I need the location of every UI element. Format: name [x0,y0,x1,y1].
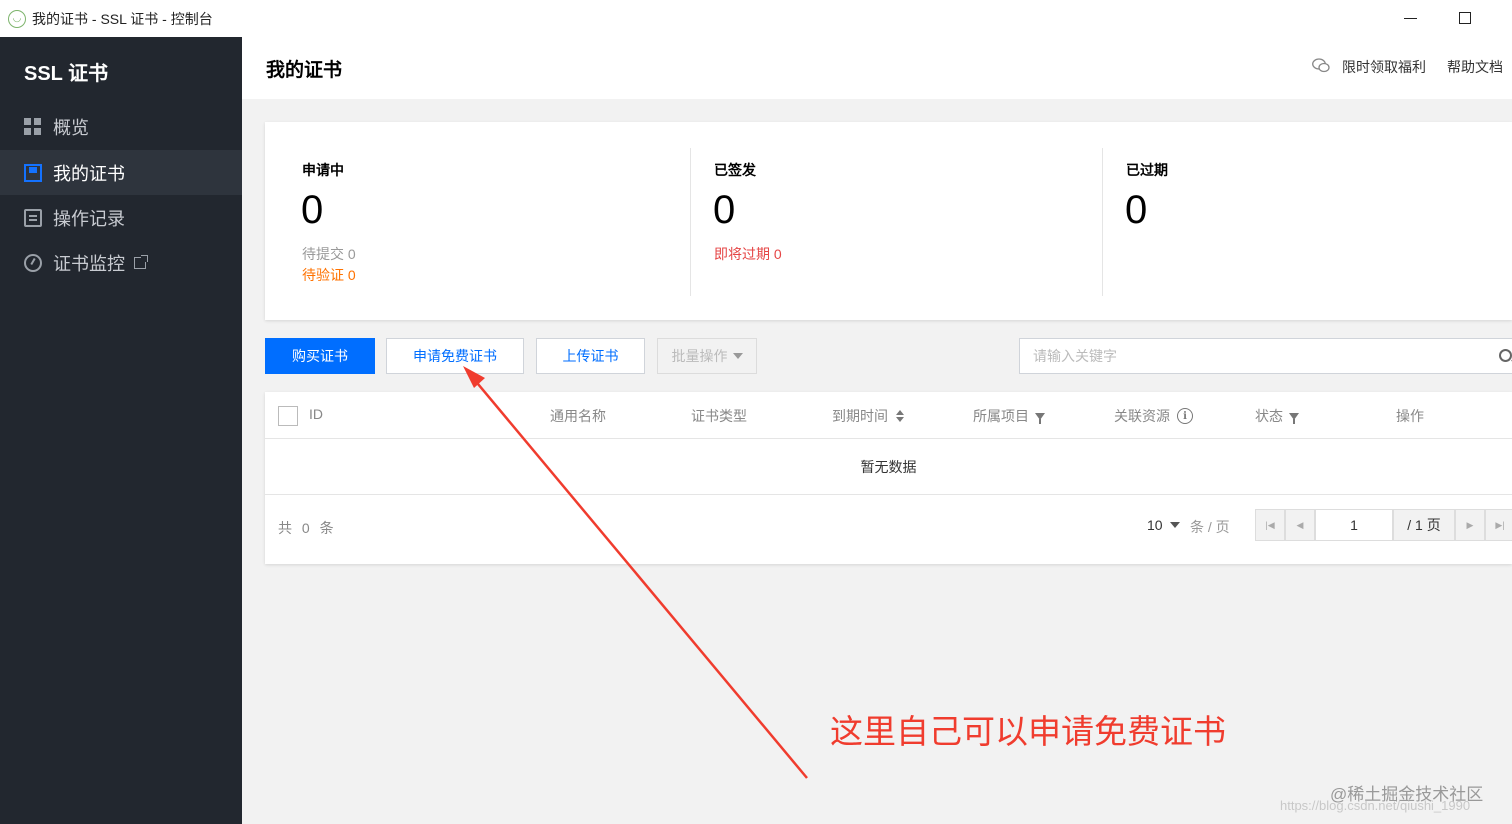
sidebar: SSL 证书 概览 我的证书 操作记录 证书监控 [0,37,242,824]
pager: |◀ ◀ / 1 页 ▶ ▶| [1255,509,1512,541]
sidebar-item-overview[interactable]: 概览 [0,104,242,149]
minimize-icon [1403,17,1417,19]
window-title: 我的证书 - SSL 证书 - 控制台 [32,10,213,27]
info-icon[interactable]: i [1177,408,1193,424]
table-header: ID 通用名称 证书类型 到期时间 所属项目 关联资源 i 状态 操作 [265,392,1512,439]
empty-state: 暂无数据 [265,439,1512,495]
per-page-label: 条 / 页 [1190,519,1230,535]
search-input[interactable] [1020,339,1460,373]
filter-icon[interactable] [1289,412,1299,424]
batch-operation-dropdown[interactable]: 批量操作 [657,338,757,374]
watermark-url: https://blog.csdn.net/qiushi_1990 [1280,798,1471,813]
last-page-button[interactable]: ▶| [1485,509,1512,541]
buy-certificate-button[interactable]: 购买证书 [265,338,375,374]
column-resources: 关联资源 i [1114,406,1193,426]
column-label: 状态 [1255,408,1283,424]
stat-label: 已签发 [714,162,756,178]
column-cert-type: 证书类型 [691,408,747,424]
stat-value: 0 [301,188,324,232]
stat-expiring-soon[interactable]: 即将过期 0 [714,244,782,264]
sidebar-item-my-certificates[interactable]: 我的证书 [0,150,242,195]
page-title: 我的证书 [266,60,343,81]
apply-free-certificate-button[interactable]: 申请免费证书 [386,338,524,374]
total-pages: / 1 页 [1393,509,1455,541]
stat-value: 0 [1125,188,1148,232]
sidebar-item-label: 操作记录 [53,208,125,229]
column-id: ID [309,406,323,422]
filter-icon[interactable] [1035,412,1045,424]
stat-pending-verify[interactable]: 待验证 0 [302,265,356,285]
stat-applying: 申请中 0 待提交 0 待验证 0 [265,148,690,298]
maximize-icon [1459,12,1471,24]
caret-down-icon [1169,522,1180,528]
external-link-icon [134,254,148,269]
sidebar-item-cert-monitor[interactable]: 证书监控 [0,240,242,285]
page-size-value: 10 [1147,517,1163,533]
welfare-link[interactable]: 限时领取福利 [1342,57,1426,77]
column-project[interactable]: 所属项目 [973,406,1045,426]
stats-card: 申请中 0 待提交 0 待验证 0 已签发 0 即将过期 0 已过期 0 [265,122,1512,320]
certificate-table: ID 通用名称 证书类型 到期时间 所属项目 关联资源 i 状态 操作 暂无数据… [265,392,1512,564]
maximize-button[interactable] [1453,6,1477,30]
prev-page-button[interactable]: ◀ [1285,509,1315,541]
column-label: 所属项目 [973,408,1029,424]
total-count: 共 0 条 [278,520,334,536]
certificate-icon [24,163,42,182]
window-titlebar: ◡ 我的证书 - SSL 证书 - 控制台 [0,0,1512,37]
minimize-button[interactable] [1398,6,1422,30]
sort-icon[interactable] [896,410,904,422]
sidebar-item-label: 我的证书 [53,163,125,184]
search-box [1019,338,1512,374]
wechat-app-icon: ◡ [8,9,26,28]
search-icon[interactable] [1499,349,1512,362]
help-docs-link[interactable]: 帮助文档 [1447,57,1503,77]
log-icon [24,208,42,227]
page-number-input[interactable] [1315,509,1393,541]
sidebar-item-operation-log[interactable]: 操作记录 [0,195,242,240]
column-expiry[interactable]: 到期时间 [832,406,904,426]
sidebar-brand: SSL 证书 [24,63,109,85]
stat-expired: 已过期 0 [1089,148,1509,298]
column-common-name: 通用名称 [550,408,606,424]
main-header: 我的证书 限时领取福利 帮助文档 [242,37,1512,99]
stat-label: 申请中 [302,162,344,178]
stat-issued: 已签发 0 即将过期 0 [677,148,1102,298]
table-pagination: 共 0 条 10 条 / 页 |◀ ◀ / 1 页 ▶ ▶| [265,495,1512,564]
annotation-text: 这里自己可以申请免费证书 [830,713,1226,750]
first-page-button[interactable]: |◀ [1255,509,1285,541]
column-status[interactable]: 状态 [1255,406,1299,426]
batch-operation-label: 批量操作 [671,348,728,364]
stat-value: 0 [713,188,736,232]
monitor-icon [24,253,42,272]
page-size-select[interactable]: 10 [1147,517,1180,533]
sidebar-item-label: 概览 [53,117,89,138]
next-page-button[interactable]: ▶ [1455,509,1485,541]
column-label: 关联资源 [1114,408,1170,424]
upload-certificate-button[interactable]: 上传证书 [536,338,645,374]
grid-icon [24,117,42,136]
stat-pending-submit[interactable]: 待提交 0 [302,244,356,264]
empty-text: 暂无数据 [860,458,917,475]
column-actions: 操作 [1396,408,1424,424]
column-label: 到期时间 [832,408,888,424]
caret-down-icon [732,353,743,359]
wechat-icon [1312,58,1330,73]
select-all-checkbox[interactable] [278,406,298,426]
sidebar-item-label: 证书监控 [53,253,125,274]
stat-label: 已过期 [1126,162,1168,178]
